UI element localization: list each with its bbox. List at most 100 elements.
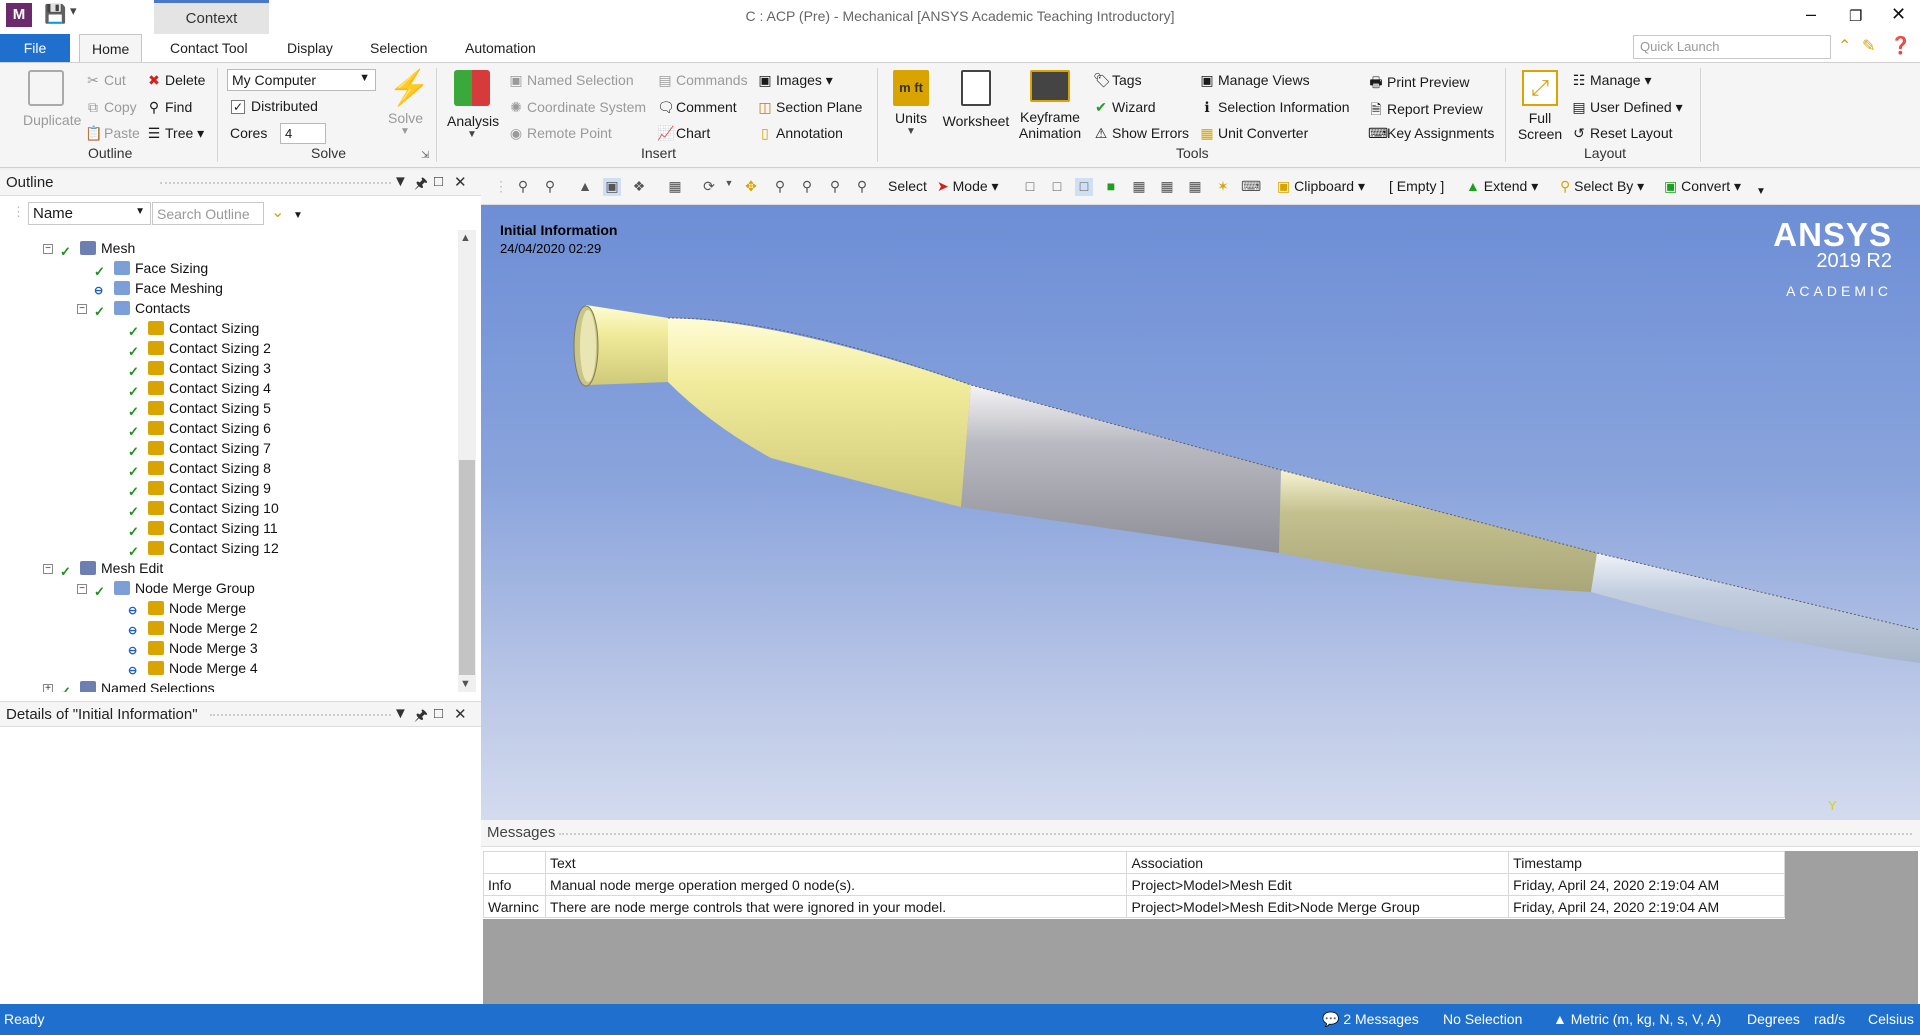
user-defined-button[interactable]: ▤ User Defined ▾ [1571,99,1682,116]
tree-node[interactable]: Node Merge 3 [148,640,258,659]
tree-button[interactable]: ☰ Tree ▾ [146,125,204,142]
tree-node[interactable]: Face Meshing [114,280,223,299]
clipboard-button[interactable]: ▣ Clipboard ▾ [1277,178,1365,195]
extend-button[interactable]: ▲ Extend ▾ [1466,178,1538,195]
select-by-button[interactable]: ⚲ Select By ▾ [1560,178,1644,195]
select-node-icon[interactable]: ▦ [1130,178,1148,196]
solve-computer-select[interactable]: My Computer ▼ [227,69,376,91]
duplicate-button[interactable]: Duplicate [23,70,81,128]
tab-contact-tool[interactable]: Contact Tool [158,34,260,62]
tab-automation[interactable]: Automation [453,34,548,62]
collapse-icon[interactable]: − [77,304,87,314]
tree-node[interactable]: Contact Sizing 11 [148,520,278,539]
chart-button[interactable]: 📈 Chart [657,125,710,142]
expand-icon[interactable]: + [43,684,53,692]
distributed-checkbox[interactable]: ✓ Distributed [231,98,318,114]
coordinate-system-button[interactable]: ✺ Coordinate System [508,99,646,116]
tree-node[interactable]: Contact Sizing 10 [148,500,279,519]
wireframe-icon[interactable]: ▣ [603,178,621,196]
toolbar-overflow-icon[interactable]: ▼ [1756,186,1766,197]
pin-icon[interactable]: 🖈 [414,705,428,730]
tree-node[interactable]: Contact Sizing 2 [148,340,271,359]
display-edges-icon[interactable]: ❖ [630,178,648,196]
restore-icon[interactable]: ❐ [1849,7,1862,25]
tab-selection[interactable]: Selection [358,34,440,62]
pin-icon[interactable]: 🖈 [414,173,428,198]
selection-information-button[interactable]: ℹ Selection Information [1199,99,1349,116]
tree-node[interactable]: Contact Sizing [148,320,259,339]
rotate-icon[interactable]: ⟳ [700,178,718,196]
tree-node[interactable]: Contact Sizing 5 [148,400,271,419]
status-messages[interactable]: 💬 2 Messages [1322,1011,1419,1028]
tree-node[interactable]: Node Merge 2 [148,620,258,639]
select-button[interactable]: Select [888,178,927,194]
tree-node[interactable]: Face Sizing [114,260,208,279]
zoom-selection-icon[interactable]: ⚲ [826,178,844,196]
keyframe-animation-button[interactable]: Keyframe Animation [1016,70,1084,141]
minimize-icon[interactable]: – [1806,4,1816,25]
cut-button[interactable]: ✂ Cut [85,72,126,89]
dialog-launcher-icon[interactable]: ⇲ [421,150,429,161]
tree-node[interactable]: Contact Sizing 12 [148,540,279,559]
col-header-timestamp[interactable]: Timestamp [1508,851,1785,874]
named-selection-button[interactable]: ▣ Named Selection [508,72,633,89]
section-plane-button[interactable]: ◫ Section Plane [757,99,862,116]
units-button[interactable]: m ft Units ▼ [891,70,931,137]
collapse-ribbon-icon[interactable]: ⌃ [1838,36,1851,56]
col-header-text[interactable]: Text [544,851,1128,874]
tree-node[interactable]: Mesh Edit [80,560,163,579]
status-units[interactable]: ▲ Metric (m, kg, N, s, V, A) [1553,1011,1721,1027]
expand-search-icon[interactable]: ⌄ [271,202,284,222]
magnifier-icon[interactable]: ⚲ [853,178,871,196]
panel-menu-icon[interactable]: ▼ [393,173,408,190]
maximize-icon[interactable]: □ [434,173,443,190]
tab-file[interactable]: File [0,34,70,62]
select-element-face-icon[interactable]: ▦ [1158,178,1176,196]
show-errors-button[interactable]: ⚠ Show Errors [1093,125,1189,142]
delete-button[interactable]: ✖ Delete [146,72,205,89]
tab-display[interactable]: Display [275,34,345,62]
help-icon[interactable]: ❓ [1890,36,1911,56]
manage-button[interactable]: ☷ Manage ▾ [1571,72,1652,89]
chevron-down-icon[interactable]: ▼ [293,210,303,221]
table-row[interactable]: Info Manual node merge operation merged … [483,873,1785,896]
copy-button[interactable]: ⧉ Copy [85,99,137,116]
select-vertex-icon[interactable]: □ [1021,178,1039,196]
tree-node[interactable]: Node Merge [148,600,246,619]
tree-node[interactable]: Contact Sizing 4 [148,380,271,399]
full-screen-button[interactable]: ⤢ Full Screen [1516,70,1564,142]
scroll-down-icon[interactable]: ▼ [460,678,471,690]
tree-node[interactable]: Contact Sizing 9 [148,480,271,499]
mode-button[interactable]: ➤ Mode ▾ [937,178,999,195]
wizard-button[interactable]: ✔ Wizard [1093,99,1155,116]
tree-node[interactable]: Contact Sizing 6 [148,420,271,439]
tree-node[interactable]: Node Merge 4 [148,660,258,679]
manage-views-button[interactable]: ▣ Manage Views [1199,72,1309,89]
annotation-button[interactable]: ▯ Annotation [757,125,843,142]
pan-icon[interactable]: ✥ [742,178,760,196]
cores-input[interactable]: 4 [280,123,326,144]
tree-node[interactable]: Contacts [114,300,190,319]
report-preview-button[interactable]: 🗎 Report Preview [1368,99,1482,123]
worksheet-button[interactable]: Worksheet [940,70,1012,129]
box-zoom-icon[interactable]: ▦ [666,178,684,196]
collapse-icon[interactable]: − [77,584,87,594]
blade-model[interactable] [481,205,1920,820]
unit-converter-button[interactable]: ▦ Unit Converter [1199,125,1308,142]
zoom-fit-icon[interactable]: ⚲ [798,178,816,196]
collapse-icon[interactable]: − [43,564,53,574]
select-body-icon[interactable]: ■ [1102,178,1120,196]
close-icon[interactable]: ✕ [454,705,467,723]
commands-button[interactable]: ▤ Commands [657,72,747,89]
outline-search-input[interactable]: Search Outline [152,202,264,225]
print-preview-button[interactable]: 🖶 Print Preview [1368,72,1469,96]
key-assignments-button[interactable]: ⌨Key Assignments [1368,125,1494,142]
zoom-icon[interactable]: ⚲ [771,178,789,196]
tree-node[interactable]: Contact Sizing 7 [148,440,271,459]
isometric-view-icon[interactable]: ▲ [576,178,594,196]
collapse-icon[interactable]: − [43,244,53,254]
find-button[interactable]: ⚲ Find [146,99,192,116]
col-header-type[interactable] [483,851,546,874]
reset-layout-button[interactable]: ↺ Reset Layout [1571,125,1672,142]
table-row[interactable]: Warninc There are node merge controls th… [483,895,1785,918]
